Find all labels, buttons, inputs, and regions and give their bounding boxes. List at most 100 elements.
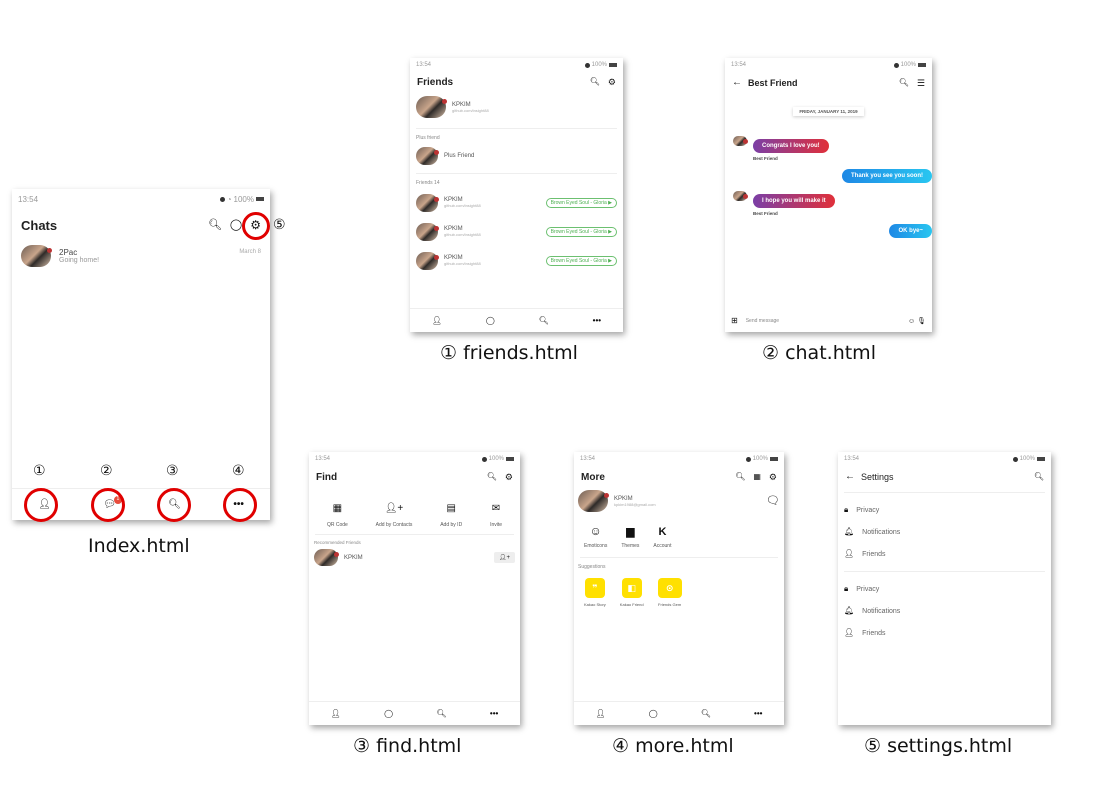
profile-sub: github.com/insight88 <box>452 107 489 113</box>
account-label: Account <box>653 543 672 549</box>
add-icon[interactable]: ⊞ <box>731 317 738 325</box>
friends-gem-button[interactable]: ⊙ Friends Gem <box>657 578 682 607</box>
add-by-contacts-button[interactable]: 👤︎+ Add by Contacts <box>376 498 413 529</box>
recommended-section: Recommended Friends <box>314 540 361 545</box>
battery-icon <box>506 457 514 461</box>
tab-more-icon[interactable]: ••• <box>754 709 762 718</box>
battery-icon <box>1037 457 1045 461</box>
qr-code-button[interactable]: ▦ QR Code <box>327 498 348 529</box>
settings-item-privacy[interactable]: 🔒︎ Privacy <box>844 578 1045 600</box>
bell-icon: 🔔︎ <box>844 527 855 536</box>
tab-friends-icon[interactable]: 👤︎ <box>331 709 341 718</box>
lock-icon: 🔒︎ <box>844 505 849 514</box>
message-bubble[interactable]: OK bye~ <box>889 224 932 238</box>
find-screen: 13:54 100% Find 🔍︎ ⚙ ▦ QR Code 👤︎+ Add by… <box>309 452 520 725</box>
more-screen: 13:54 100% More 🔍︎ ▦ ⚙ KPKIM kpkim1988@gma… <box>574 452 784 725</box>
search-icon[interactable]: 🔍︎ <box>208 219 222 231</box>
tab-more-icon[interactable]: ••• <box>490 709 498 718</box>
battery-label: 100% <box>1019 456 1035 462</box>
mic-icon[interactable]: 🎙︎ <box>917 318 926 325</box>
wifi-icon: ◔ <box>226 194 232 204</box>
settings-item-privacy[interactable]: 🔒︎ Privacy <box>844 499 1045 521</box>
settings-item-friends[interactable]: 👤︎ Friends <box>844 622 1045 644</box>
emoji-icon[interactable]: ☺ <box>908 318 915 325</box>
kakao-story-button[interactable]: ❞ Kakao Story <box>584 578 606 607</box>
date-divider: FRIDAY, JANUARY 11, 2019 <box>793 107 864 116</box>
gear-icon[interactable]: ⚙ <box>769 472 777 482</box>
settings-item-label: Privacy <box>856 506 880 514</box>
marker-2: ② <box>100 463 113 479</box>
chat-list-item[interactable]: 2Pac Going home! March 8 <box>12 241 270 271</box>
add-friend-button[interactable]: 👤︎+ <box>493 552 515 563</box>
add-by-id-button[interactable]: ▤ Add by ID <box>440 498 462 529</box>
recommended-friend[interactable]: KPKIM 👤︎+ <box>309 547 520 568</box>
find-header: Find 🔍︎ ⚙ <box>309 466 520 488</box>
mute-icon <box>1012 456 1018 462</box>
message-input[interactable]: Send message <box>746 318 900 324</box>
page-title: Chats <box>21 217 58 233</box>
marker-ring-friends <box>24 488 58 522</box>
suggestions-section: Suggestions <box>578 564 606 570</box>
search-icon[interactable]: 🔍︎ <box>899 79 909 87</box>
tab-chats-icon[interactable]: ◯ <box>384 709 393 718</box>
account-button[interactable]: K Account <box>653 522 672 550</box>
envelope-icon: ✉ <box>491 503 501 514</box>
mute-icon <box>481 456 487 462</box>
tab-friends-icon[interactable]: 👤︎ <box>432 316 442 325</box>
chat-bubble-icon[interactable]: 🗨︎ <box>766 495 780 507</box>
message-list: Congrats I love you! Best Friend Thank you… <box>725 124 932 246</box>
tab-chats-icon[interactable]: ◯ <box>649 709 658 718</box>
settings-item-label: Friends <box>862 550 886 558</box>
message-bubble[interactable]: Thank you see you soon! <box>841 169 932 183</box>
marker-ring-search <box>157 488 191 522</box>
tab-more-icon[interactable]: ••• <box>593 316 601 325</box>
menu-icon[interactable]: ☰ <box>917 78 925 88</box>
back-arrow-icon[interactable]: ← <box>732 78 742 88</box>
music-status-button[interactable]: Brown Eyed Soul - Gloria ▶ <box>545 226 617 237</box>
plus-friend-label: Plus Friend <box>444 153 475 159</box>
sender-name: Best Friend <box>753 156 778 161</box>
gear-icon[interactable]: ⚙ <box>505 472 513 482</box>
settings-item-notifications[interactable]: 🔔︎ Notifications <box>844 600 1045 622</box>
my-profile[interactable]: KPKIM kpkim1988@gmail.com 🗨︎ <box>574 488 784 514</box>
settings-item-notifications[interactable]: 🔔︎ Notifications <box>844 521 1045 543</box>
marker-3: ③ <box>166 463 179 479</box>
my-profile[interactable]: KPKIM github.com/insight88 <box>410 92 623 122</box>
message-bubble[interactable]: Congrats I love you! <box>753 139 829 153</box>
settings-group-1: 🔒︎ Privacy 🔔︎ Notifications 👤︎ Friends <box>838 493 1051 571</box>
marker-4: ④ <box>232 463 245 479</box>
marker-ring-more <box>223 488 257 522</box>
friend-row[interactable]: KPKIM github.com/insight88 Brown Eyed Soul… <box>410 246 623 275</box>
add-user-icon: 👤︎+ <box>384 503 404 514</box>
battery-icon <box>256 197 264 201</box>
search-icon[interactable]: 🔍︎ <box>1034 473 1044 481</box>
chat-bubble-icon[interactable]: ◯ <box>230 219 242 231</box>
sent-message: Thank you see you soon! <box>733 169 932 183</box>
themes-button[interactable]: ▆ Themes <box>621 522 639 550</box>
friend-row[interactable]: KPKIM github.com/insight88 Brown Eyed Soul… <box>410 188 623 217</box>
message-bubble[interactable]: I hope you will make it <box>753 194 835 208</box>
plus-friend-item[interactable]: Plus Friend <box>410 143 623 169</box>
sender-name: Best Friend <box>753 211 778 216</box>
friend-row[interactable]: KPKIM github.com/insight88 Brown Eyed Soul… <box>410 217 623 246</box>
back-arrow-icon[interactable]: ← <box>845 472 855 482</box>
emoticons-button[interactable]: ☺ Emoticons <box>584 522 607 549</box>
qr-code-icon[interactable]: ▦ <box>753 473 761 481</box>
tab-friends-icon[interactable]: 👤︎ <box>596 709 606 718</box>
music-status-button[interactable]: Brown Eyed Soul - Gloria ▶ <box>545 255 617 266</box>
search-icon[interactable]: 🔍︎ <box>487 473 497 481</box>
invite-button[interactable]: ✉ Invite <box>490 498 502 529</box>
gear-icon[interactable]: ⚙ <box>608 77 616 87</box>
tab-search-icon[interactable]: 🔍︎ <box>539 316 549 325</box>
tab-search-icon[interactable]: 🔍︎ <box>701 709 711 718</box>
status-time: 13:54 <box>416 62 432 68</box>
more-actions: ☺ Emoticons ▆ Themes K Account <box>574 514 784 557</box>
avatar <box>416 251 439 270</box>
tab-search-icon[interactable]: 🔍︎ <box>436 709 446 718</box>
kakao-friend-button[interactable]: ◧ Kakao Friend <box>620 578 644 607</box>
settings-item-friends[interactable]: 👤︎ Friends <box>844 543 1045 565</box>
search-icon[interactable]: 🔍︎ <box>590 78 600 86</box>
search-icon[interactable]: 🔍︎ <box>735 473 745 481</box>
music-status-button[interactable]: Brown Eyed Soul - Gloria ▶ <box>545 197 617 208</box>
tab-chats-icon[interactable]: ◯ <box>486 316 495 325</box>
